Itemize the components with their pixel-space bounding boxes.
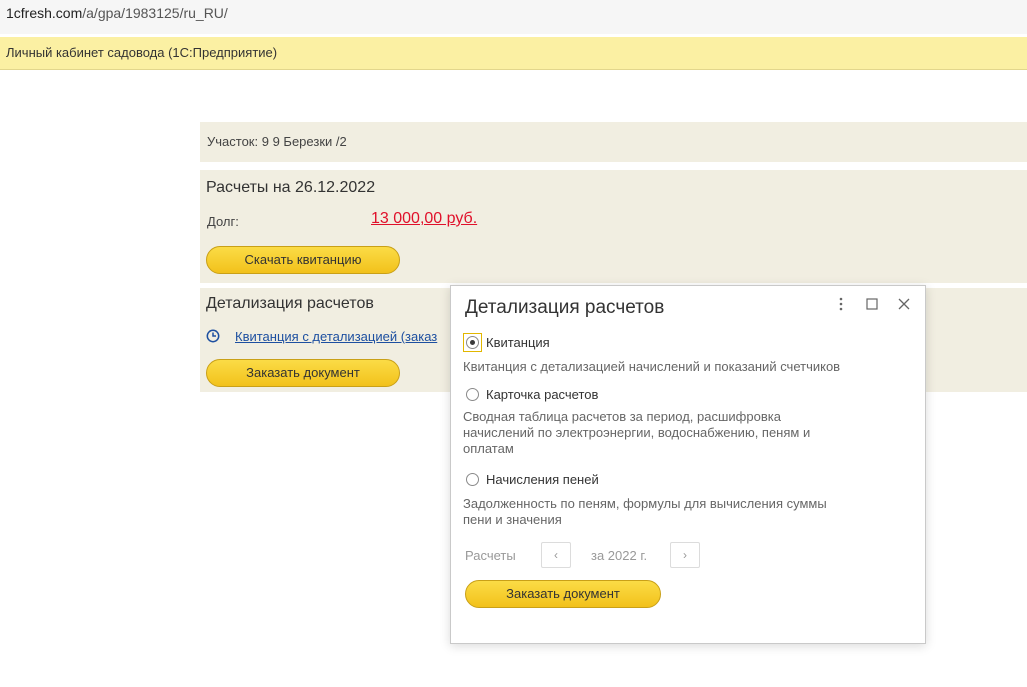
app-title: Личный кабинет садовода (1С:Предприятие) xyxy=(6,45,278,60)
radio-focus-frame xyxy=(463,332,482,352)
plot-value: 9 9 Березки /2 xyxy=(261,134,347,149)
period-next-button[interactable]: › xyxy=(670,542,700,568)
debt-value-link[interactable]: 13 000,00 руб. xyxy=(371,210,477,228)
receipt-detail-link[interactable]: Квитанция с детализацией (заказ xyxy=(235,329,450,344)
close-icon[interactable] xyxy=(894,294,914,314)
period-prev-button[interactable]: ‹ xyxy=(541,542,571,568)
url-path: /a/gpa/1983125/ru_RU/ xyxy=(82,5,228,21)
plot-label: Участок: xyxy=(207,134,259,149)
calculations-title: Расчеты на 26.12.2022 xyxy=(206,179,376,196)
option-penalties-description: Задолженность по пеням, формулы для вычи… xyxy=(463,496,827,527)
url-host: 1cfresh.com xyxy=(6,5,83,21)
app-title-bar: Личный кабинет садовода (1С:Предприятие) xyxy=(0,37,1027,70)
debt-label: Долг: xyxy=(207,214,239,229)
period-value: за 2022 г. xyxy=(591,548,648,563)
option-receipt-description: Квитанция с детализацией начислений и по… xyxy=(463,359,841,374)
option-receipt-label[interactable]: Квитанция xyxy=(486,335,550,350)
clock-icon xyxy=(206,329,220,343)
address-bar[interactable]: 1cfresh.com/a/gpa/1983125/ru_RU/ xyxy=(0,0,1027,34)
option-statement-label[interactable]: Карточка расчетов xyxy=(486,387,598,402)
download-receipt-button[interactable]: Скачать квитанцию xyxy=(206,246,400,274)
period-label: Расчеты xyxy=(465,548,516,563)
option-statement[interactable]: Карточка расчетов xyxy=(466,383,598,405)
order-document-button[interactable]: Заказать документ xyxy=(206,359,400,387)
more-vertical-icon[interactable] xyxy=(831,294,851,314)
radio-penalties[interactable] xyxy=(466,472,479,486)
maximize-icon[interactable] xyxy=(862,294,882,314)
detail-section-title: Детализация расчетов xyxy=(206,295,374,312)
option-penalties-label[interactable]: Начисления пеней xyxy=(486,472,599,487)
option-statement-description: Сводная таблица расчетов за период, расш… xyxy=(463,409,811,456)
detail-dialog: Детализация расчетов Квитанция Квитанция… xyxy=(450,285,926,644)
dialog-order-document-button[interactable]: Заказать документ xyxy=(465,580,661,608)
radio-statement[interactable] xyxy=(466,387,479,401)
dialog-title: Детализация расчетов xyxy=(465,297,665,318)
radio-receipt[interactable] xyxy=(466,335,479,349)
plot-info: Участок: 9 9 Березки /2 xyxy=(207,134,347,149)
option-receipt[interactable]: Квитанция xyxy=(463,331,550,353)
option-penalties[interactable]: Начисления пеней xyxy=(466,468,599,490)
